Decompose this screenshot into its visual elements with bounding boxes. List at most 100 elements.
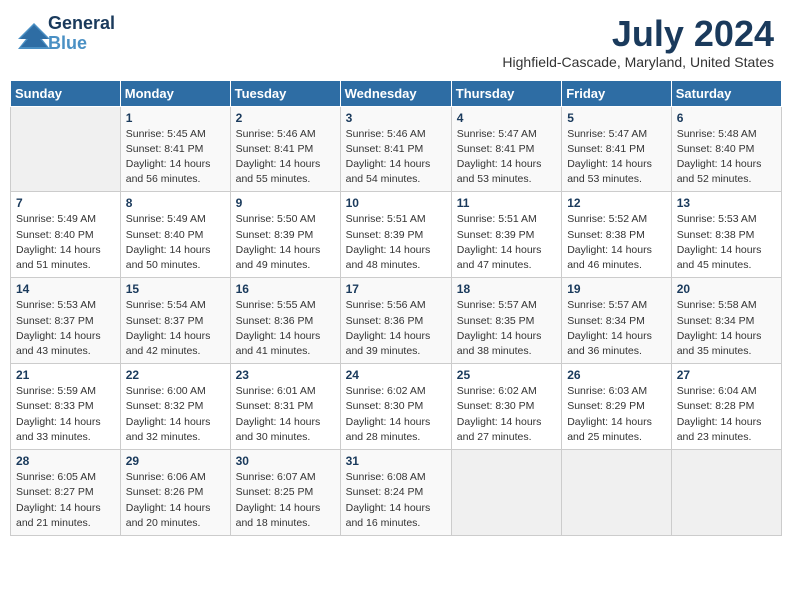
calendar-cell: 18 Sunrise: 5:57 AMSunset: 8:35 PMDayligh… <box>451 278 561 364</box>
cell-content: Sunrise: 5:49 AMSunset: 8:40 PMDaylight:… <box>126 212 225 273</box>
cell-content: Sunrise: 5:53 AMSunset: 8:38 PMDaylight:… <box>677 212 776 273</box>
day-number: 12 <box>567 196 666 210</box>
week-row-4: 21Sunrise: 5:59 AMSunset: 8:33 PMDayligh… <box>11 364 782 450</box>
calendar-cell: 29 Sunrise: 6:06 AMSunset: 8:26 PMDayligh… <box>120 450 230 536</box>
day-number: 14 <box>16 282 115 296</box>
cell-content: Sunrise: 5:57 AMSunset: 8:35 PMDaylight:… <box>457 298 556 359</box>
calendar-cell: 17 Sunrise: 5:56 AMSunset: 8:36 PMDayligh… <box>340 278 451 364</box>
day-number: 6 <box>677 111 776 125</box>
calendar-table: SundayMondayTuesdayWednesdayThursdayFrid… <box>10 80 782 536</box>
calendar-cell: 23 Sunrise: 6:01 AMSunset: 8:31 PMDayligh… <box>230 364 340 450</box>
calendar-cell <box>671 450 781 536</box>
cell-content: Sunrise: 6:07 AMSunset: 8:25 PMDaylight:… <box>236 470 335 531</box>
day-number: 5 <box>567 111 666 125</box>
cell-content: Sunrise: 5:57 AMSunset: 8:34 PMDaylight:… <box>567 298 666 359</box>
day-number: 1 <box>126 111 225 125</box>
week-row-3: 14 Sunrise: 5:53 AMSunset: 8:37 PMDayligh… <box>11 278 782 364</box>
cell-content: Sunrise: 5:50 AMSunset: 8:39 PMDaylight:… <box>236 212 335 273</box>
calendar-cell: 9 Sunrise: 5:50 AMSunset: 8:39 PMDaylight… <box>230 192 340 278</box>
day-header-tuesday: Tuesday <box>230 80 340 106</box>
calendar-cell: 24Sunrise: 6:02 AMSunset: 8:30 PMDayligh… <box>340 364 451 450</box>
day-number: 2 <box>236 111 335 125</box>
day-number: 22 <box>126 368 225 382</box>
week-row-2: 7 Sunrise: 5:49 AMSunset: 8:40 PMDaylight… <box>11 192 782 278</box>
day-number: 7 <box>16 196 115 210</box>
page-header: General Blue July 2024 Highfield-Cascade… <box>10 10 782 74</box>
day-number: 17 <box>346 282 446 296</box>
calendar-cell: 11 Sunrise: 5:51 AMSunset: 8:39 PMDayligh… <box>451 192 561 278</box>
day-number: 27 <box>677 368 776 382</box>
calendar-cell: 20 Sunrise: 5:58 AMSunset: 8:34 PMDayligh… <box>671 278 781 364</box>
cell-content: Sunrise: 5:56 AMSunset: 8:36 PMDaylight:… <box>346 298 446 359</box>
day-header-sunday: Sunday <box>11 80 121 106</box>
calendar-cell: 2 Sunrise: 5:46 AMSunset: 8:41 PMDaylight… <box>230 106 340 192</box>
calendar-cell: 12 Sunrise: 5:52 AMSunset: 8:38 PMDayligh… <box>562 192 672 278</box>
calendar-cell: 21Sunrise: 5:59 AMSunset: 8:33 PMDayligh… <box>11 364 121 450</box>
day-number: 28 <box>16 454 115 468</box>
calendar-cell: 26 Sunrise: 6:03 AMSunset: 8:29 PMDayligh… <box>562 364 672 450</box>
calendar-cell: 16Sunrise: 5:55 AMSunset: 8:36 PMDayligh… <box>230 278 340 364</box>
day-number: 4 <box>457 111 556 125</box>
day-number: 15 <box>126 282 225 296</box>
day-header-monday: Monday <box>120 80 230 106</box>
cell-content: Sunrise: 5:47 AMSunset: 8:41 PMDaylight:… <box>567 127 666 188</box>
cell-content: Sunrise: 6:01 AMSunset: 8:31 PMDaylight:… <box>236 384 335 445</box>
day-number: 20 <box>677 282 776 296</box>
day-number: 8 <box>126 196 225 210</box>
week-row-1: 1Sunrise: 5:45 AMSunset: 8:41 PMDaylight… <box>11 106 782 192</box>
calendar-cell: 6 Sunrise: 5:48 AMSunset: 8:40 PMDaylight… <box>671 106 781 192</box>
calendar-cell: 27Sunrise: 6:04 AMSunset: 8:28 PMDayligh… <box>671 364 781 450</box>
day-header-saturday: Saturday <box>671 80 781 106</box>
cell-content: Sunrise: 5:55 AMSunset: 8:36 PMDaylight:… <box>236 298 335 359</box>
day-number: 18 <box>457 282 556 296</box>
calendar-cell: 10 Sunrise: 5:51 AMSunset: 8:39 PMDayligh… <box>340 192 451 278</box>
day-number: 29 <box>126 454 225 468</box>
month-title: July 2024 <box>502 14 774 54</box>
day-header-friday: Friday <box>562 80 672 106</box>
calendar-cell: 30 Sunrise: 6:07 AMSunset: 8:25 PMDayligh… <box>230 450 340 536</box>
cell-content: Sunrise: 5:54 AMSunset: 8:37 PMDaylight:… <box>126 298 225 359</box>
location: Highfield-Cascade, Maryland, United Stat… <box>502 54 774 70</box>
calendar-cell <box>451 450 561 536</box>
cell-content: Sunrise: 5:46 AMSunset: 8:41 PMDaylight:… <box>236 127 335 188</box>
calendar-cell: 14 Sunrise: 5:53 AMSunset: 8:37 PMDayligh… <box>11 278 121 364</box>
header-row: SundayMondayTuesdayWednesdayThursdayFrid… <box>11 80 782 106</box>
calendar-cell: 4 Sunrise: 5:47 AMSunset: 8:41 PMDaylight… <box>451 106 561 192</box>
cell-content: Sunrise: 5:47 AMSunset: 8:41 PMDaylight:… <box>457 127 556 188</box>
day-number: 30 <box>236 454 335 468</box>
day-number: 25 <box>457 368 556 382</box>
cell-content: Sunrise: 5:58 AMSunset: 8:34 PMDaylight:… <box>677 298 776 359</box>
calendar-cell <box>562 450 672 536</box>
day-number: 9 <box>236 196 335 210</box>
day-number: 23 <box>236 368 335 382</box>
calendar-cell: 7Sunrise: 5:49 AMSunset: 8:40 PMDaylight… <box>11 192 121 278</box>
cell-content: Sunrise: 5:51 AMSunset: 8:39 PMDaylight:… <box>457 212 556 273</box>
cell-content: Sunrise: 5:51 AMSunset: 8:39 PMDaylight:… <box>346 212 446 273</box>
day-number: 10 <box>346 196 446 210</box>
cell-content: Sunrise: 6:03 AMSunset: 8:29 PMDaylight:… <box>567 384 666 445</box>
title-area: July 2024 Highfield-Cascade, Maryland, U… <box>502 14 774 70</box>
day-number: 3 <box>346 111 446 125</box>
calendar-cell: 31Sunrise: 6:08 AMSunset: 8:24 PMDayligh… <box>340 450 451 536</box>
calendar-cell: 28Sunrise: 6:05 AMSunset: 8:27 PMDayligh… <box>11 450 121 536</box>
day-number: 26 <box>567 368 666 382</box>
calendar-cell: 1Sunrise: 5:45 AMSunset: 8:41 PMDaylight… <box>120 106 230 192</box>
cell-content: Sunrise: 6:00 AMSunset: 8:32 PMDaylight:… <box>126 384 225 445</box>
calendar-cell: 13Sunrise: 5:53 AMSunset: 8:38 PMDayligh… <box>671 192 781 278</box>
calendar-cell: 8 Sunrise: 5:49 AMSunset: 8:40 PMDaylight… <box>120 192 230 278</box>
cell-content: Sunrise: 6:02 AMSunset: 8:30 PMDaylight:… <box>457 384 556 445</box>
logo-icon <box>18 23 46 45</box>
cell-content: Sunrise: 6:02 AMSunset: 8:30 PMDaylight:… <box>346 384 446 445</box>
day-header-wednesday: Wednesday <box>340 80 451 106</box>
calendar-cell: 25 Sunrise: 6:02 AMSunset: 8:30 PMDayligh… <box>451 364 561 450</box>
cell-content: Sunrise: 6:06 AMSunset: 8:26 PMDaylight:… <box>126 470 225 531</box>
cell-content: Sunrise: 5:52 AMSunset: 8:38 PMDaylight:… <box>567 212 666 273</box>
cell-content: Sunrise: 5:46 AMSunset: 8:41 PMDaylight:… <box>346 127 446 188</box>
calendar-cell: 22 Sunrise: 6:00 AMSunset: 8:32 PMDayligh… <box>120 364 230 450</box>
calendar-cell: 19Sunrise: 5:57 AMSunset: 8:34 PMDayligh… <box>562 278 672 364</box>
cell-content: Sunrise: 6:08 AMSunset: 8:24 PMDaylight:… <box>346 470 446 531</box>
cell-content: Sunrise: 5:53 AMSunset: 8:37 PMDaylight:… <box>16 298 115 359</box>
day-number: 11 <box>457 196 556 210</box>
logo-text: General Blue <box>48 14 115 54</box>
cell-content: Sunrise: 5:48 AMSunset: 8:40 PMDaylight:… <box>677 127 776 188</box>
